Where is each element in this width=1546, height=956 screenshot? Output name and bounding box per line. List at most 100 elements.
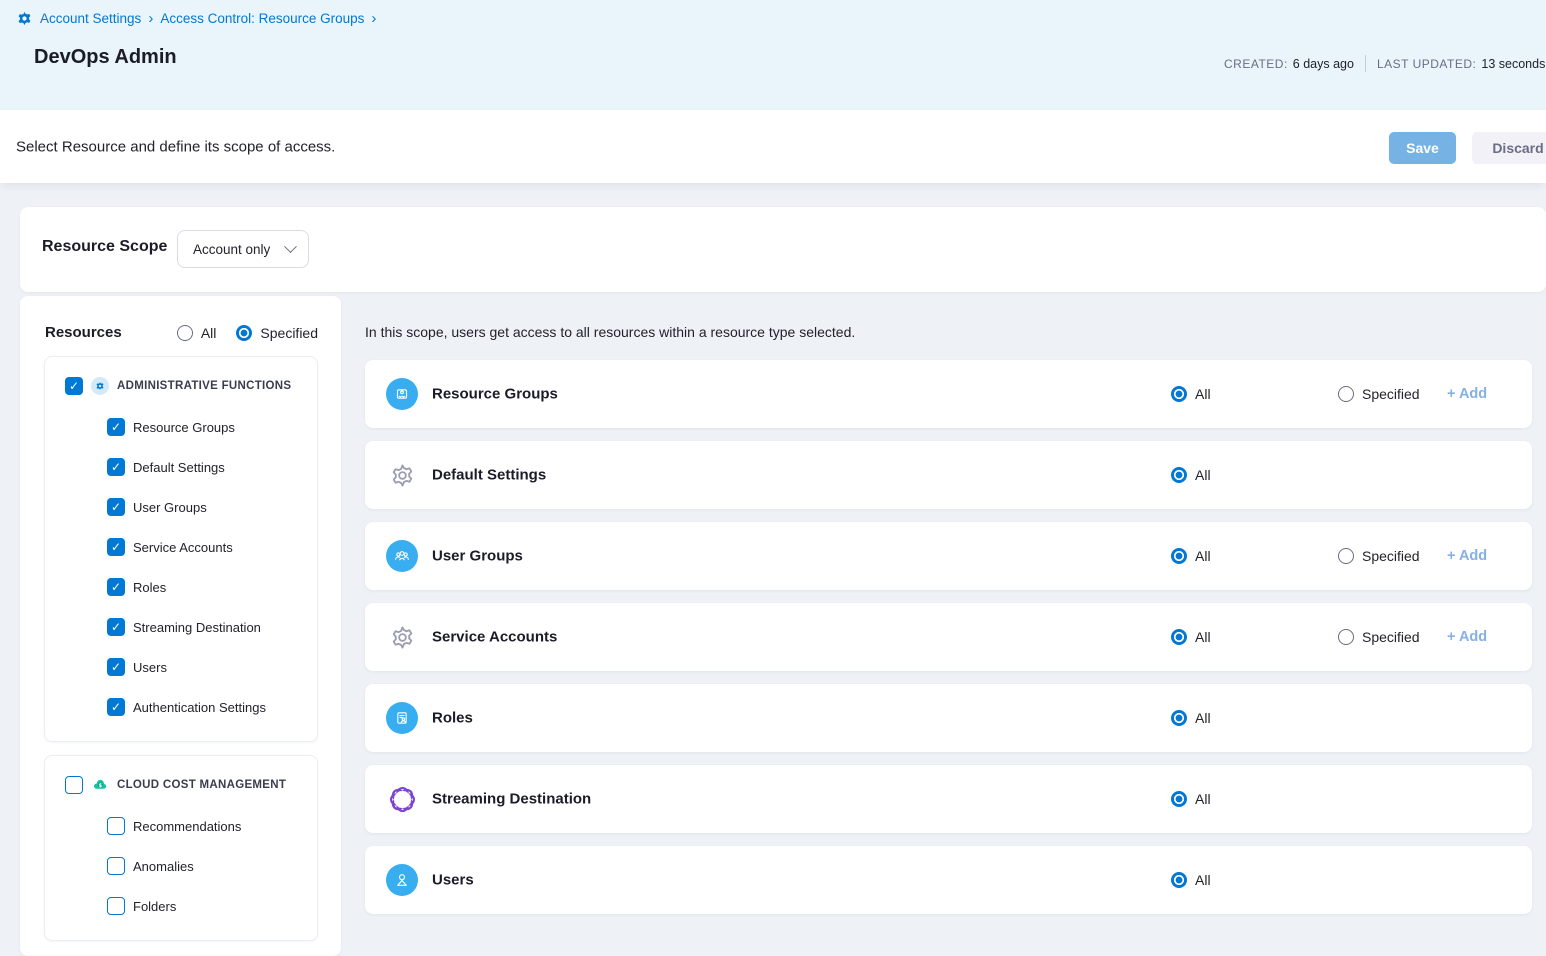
item-checkbox[interactable]: ✓ [107,538,125,556]
gear-icon [389,624,416,651]
page-header: Account Settings›Access Control: Resourc… [0,0,1546,110]
resource-category-header: $ CLOUD COST MANAGEMENT [45,772,317,806]
resource-type-item: Anomalies [45,846,317,886]
resource-row-label: Users [432,872,474,889]
action-toolbar: Select Resource and define its scope of … [0,110,1546,183]
resource-type-label: Anomalies [133,859,194,874]
resource-category-header: ✓ ADMINISTRATIVE FUNCTIONS [45,373,317,407]
all-radio-label: All [1195,548,1211,564]
category-label: ADMINISTRATIVE FUNCTIONS [117,380,291,392]
resource-type-item: ✓Resource Groups [45,407,317,447]
add-resources-link[interactable]: + Add [1447,386,1487,402]
item-checkbox[interactable]: ✓ [107,698,125,716]
all-radio[interactable] [1171,791,1187,807]
resource-type-item: ✓Authentication Settings [45,687,317,727]
all-radio-label: All [1195,629,1211,645]
all-radio-label: All [1195,386,1211,402]
settings-gear-icon [16,10,33,27]
resources-all-option: All [177,325,217,341]
streaming-destination-icon [389,786,416,813]
resource-row: User GroupsAllSpecified+ Add [365,522,1532,590]
specified-radio[interactable] [1338,386,1354,402]
all-radio[interactable] [1171,710,1187,726]
last-updated-value: 13 seconds ago [1481,57,1546,71]
item-checkbox[interactable]: ✓ [107,618,125,636]
scope-description: In this scope, users get access to all r… [365,324,855,340]
all-option: All [1171,710,1211,726]
specified-radio[interactable] [1338,548,1354,564]
item-checkbox[interactable]: ✓ [107,458,125,476]
all-radio[interactable] [1171,386,1187,402]
resources-specified-label: Specified [260,325,318,341]
add-resources-link[interactable]: + Add [1447,548,1487,564]
resource-row-label: Roles [432,710,473,727]
breadcrumb-link[interactable]: Access Control: Resource Groups [160,11,364,26]
category-label: CLOUD COST MANAGEMENT [117,779,286,791]
resource-row-label: Streaming Destination [432,791,591,808]
all-radio[interactable] [1171,467,1187,483]
all-radio-label: All [1195,467,1211,483]
all-option: All [1171,548,1211,564]
item-checkbox[interactable]: ✓ [107,418,125,436]
all-radio[interactable] [1171,629,1187,645]
resource-row: Default Settings All [365,441,1532,509]
resources-specified-radio[interactable] [236,325,252,341]
item-checkbox[interactable] [107,817,125,835]
resources-all-label: All [201,325,217,341]
resource-type-item: ✓ Streaming Destination [45,607,317,647]
specified-radio[interactable] [1338,629,1354,645]
cloud-dollar-icon: $ [91,776,109,794]
specified-radio-label: Specified [1362,386,1420,402]
resources-specified-option: Specified [236,325,318,341]
resource-scope-label: Resource Scope [42,238,167,256]
user-groups-icon [386,540,418,572]
resources-all-radio[interactable] [177,325,193,341]
all-option: All [1171,386,1211,402]
specified-option: Specified [1338,629,1420,645]
created-updated-meta: CREATED: 6 days ago LAST UPDATED: 13 sec… [1224,55,1546,72]
created-label: CREATED: [1224,57,1288,71]
item-checkbox[interactable] [107,857,125,875]
resource-groups-icon [386,378,418,410]
specified-radio-label: Specified [1362,629,1420,645]
resource-type-label: Service Accounts [133,540,233,555]
category-checkbox[interactable] [65,776,83,794]
created-value: 6 days ago [1293,57,1354,71]
resource-category-card: $CLOUD COST MANAGEMENTRecommendationsAno… [44,755,318,941]
resource-row-label: Default Settings [432,467,546,484]
user-icon [386,864,418,896]
item-checkbox[interactable]: ✓ [107,498,125,516]
breadcrumb-link[interactable]: Account Settings [40,11,141,26]
resource-type-label: Streaming Destination [133,620,261,635]
resource-row: Service AccountsAllSpecified+ Add [365,603,1532,671]
resource-type-label: Folders [133,899,176,914]
toolbar-description: Select Resource and define its scope of … [16,138,335,155]
last-updated-label: LAST UPDATED: [1377,57,1476,71]
save-button[interactable]: Save [1389,132,1456,164]
resource-row: Users All [365,846,1532,914]
item-checkbox[interactable]: ✓ [107,658,125,676]
resource-type-label: User Groups [133,500,207,515]
resources-mode-radios: All Specified [177,325,318,341]
all-radio[interactable] [1171,872,1187,888]
resource-type-item: ✓ Service Accounts [45,527,317,567]
specified-radio-label: Specified [1362,548,1420,564]
resources-title: Resources [45,324,122,341]
resource-type-label: Users [133,660,167,675]
specified-option: Specified [1338,386,1420,402]
item-checkbox[interactable] [107,897,125,915]
resource-scope-dropdown[interactable]: Account only [177,230,309,268]
all-radio[interactable] [1171,548,1187,564]
add-resources-link[interactable]: + Add [1447,629,1487,645]
all-option: All [1171,872,1211,888]
resource-row-label: Resource Groups [432,386,558,403]
category-checkbox[interactable]: ✓ [65,377,83,395]
discard-button[interactable]: Discard [1472,132,1546,164]
all-radio-label: All [1195,710,1211,726]
resource-scope-card: Resource Scope Account only [20,207,1546,292]
admin-gear-icon [91,377,109,395]
resource-category-list: ✓ ADMINISTRATIVE FUNCTIONS ✓Resource Group… [20,356,341,941]
item-checkbox[interactable]: ✓ [107,578,125,596]
gear-icon [389,462,416,489]
all-option: All [1171,629,1211,645]
